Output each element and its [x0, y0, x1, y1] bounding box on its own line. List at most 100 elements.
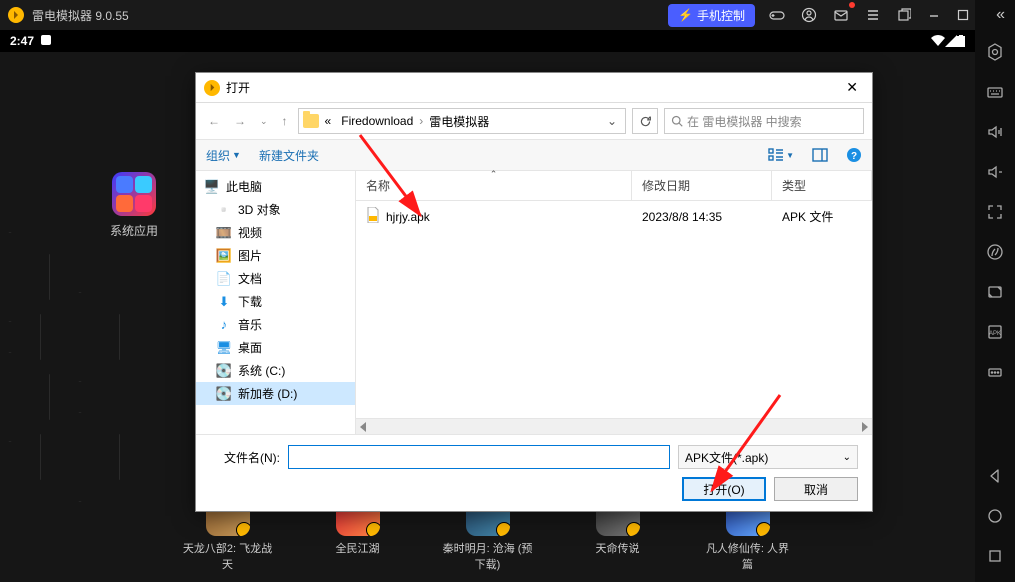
nav-forward-icon[interactable]: →: [230, 110, 250, 132]
phone-control-label: 手机控制: [697, 7, 745, 24]
breadcrumb-root-icon[interactable]: «: [321, 112, 336, 130]
file-type-filter[interactable]: APK文件(*.apk) ⌄: [678, 445, 858, 469]
sidebar-volume-down-icon[interactable]: [983, 160, 1007, 184]
mail-icon[interactable]: [825, 0, 857, 30]
cancel-button[interactable]: 取消: [774, 477, 858, 501]
search-input[interactable]: 在 雷电模拟器 中搜索: [664, 108, 864, 134]
tree-item-desktop[interactable]: 🖥桌面: [196, 336, 355, 359]
horizontal-scrollbar[interactable]: [356, 418, 872, 434]
chevron-right-icon: ›: [419, 114, 423, 128]
status-time: 2:47: [10, 34, 34, 48]
emulator-titlebar: 雷电模拟器 9.0.55 ⚡ 手机控制: [0, 0, 1015, 30]
wifi-icon: [931, 35, 945, 47]
folder-tree[interactable]: 🖥️此电脑 ▫️3D 对象 🎞️视频 🖼️图片 📄文档 ⬇下载 ♪音乐 🖥桌面 …: [196, 171, 356, 434]
menu-icon[interactable]: [857, 0, 889, 30]
tree-item-downloads[interactable]: ⬇下载: [196, 290, 355, 313]
breadcrumb-segment[interactable]: 雷电模拟器: [425, 111, 493, 132]
dialog-close-button[interactable]: ✕: [840, 79, 864, 96]
emulator-sidebar: « APK: [975, 0, 1015, 582]
file-row[interactable]: hjrjy.apk 2023/8/8 14:35 APK 文件: [356, 201, 872, 232]
dialog-title: 打开: [226, 79, 250, 96]
column-type[interactable]: 类型: [772, 171, 872, 200]
sidebar-screenshot-icon[interactable]: [983, 280, 1007, 304]
dialog-logo-icon: [204, 80, 220, 96]
preview-pane-button[interactable]: [812, 148, 828, 162]
signal-icon: [945, 35, 957, 47]
refresh-button[interactable]: [632, 108, 658, 134]
column-date[interactable]: 修改日期: [632, 171, 772, 200]
sidebar-volume-up-icon[interactable]: [983, 120, 1007, 144]
view-mode-button[interactable]: ▼: [768, 148, 794, 162]
tree-item-documents[interactable]: 📄文档: [196, 267, 355, 290]
android-back-icon[interactable]: [983, 464, 1007, 488]
minimize-button[interactable]: [919, 0, 949, 30]
sidebar-more-icon[interactable]: [983, 360, 1007, 384]
file-type: APK 文件: [772, 205, 872, 228]
user-icon[interactable]: [793, 0, 825, 30]
tree-item-videos[interactable]: 🎞️视频: [196, 221, 355, 244]
sidebar-keyboard-icon[interactable]: [983, 80, 1007, 104]
system-apps-icon[interactable]: 系统应用: [110, 172, 158, 239]
android-status-bar: 2:47: [0, 30, 975, 52]
svg-text:?: ?: [851, 151, 857, 162]
tree-item-drive-c[interactable]: 💽系统 (C:): [196, 359, 355, 382]
notification-dot-icon: [849, 2, 855, 8]
tree-item-pictures[interactable]: 🖼️图片: [196, 244, 355, 267]
nav-back-icon[interactable]: ←: [204, 110, 224, 132]
nav-recent-dropdown-icon[interactable]: ⌄: [256, 112, 272, 131]
chevron-down-icon: ▼: [786, 151, 794, 160]
phone-control-button[interactable]: ⚡ 手机控制: [668, 4, 755, 27]
download-icon: ⬇: [216, 294, 232, 310]
organize-button[interactable]: 组织 ▼: [206, 147, 241, 164]
mute-icon: [40, 34, 52, 49]
document-icon: 📄: [216, 271, 232, 287]
android-home-icon[interactable]: [983, 504, 1007, 528]
dock-badge-icon: [236, 522, 250, 536]
file-name-input[interactable]: [288, 445, 670, 469]
android-recents-icon[interactable]: [983, 544, 1007, 568]
tree-item-drive-d[interactable]: 💽新加卷 (D:): [196, 382, 355, 405]
file-list-body[interactable]: hjrjy.apk 2023/8/8 14:35 APK 文件: [356, 201, 872, 418]
breadcrumb-segment[interactable]: Firedownload: [337, 112, 417, 130]
dock-badge-icon: [496, 522, 510, 536]
breadcrumb-dropdown-icon[interactable]: ⌄: [603, 114, 621, 128]
help-button[interactable]: ?: [846, 147, 862, 163]
search-placeholder: 在 雷电模拟器 中搜索: [687, 113, 802, 130]
pc-icon: 🖥️: [204, 179, 220, 195]
dock-item-label: 天命传说: [573, 540, 663, 556]
bolt-icon: ⚡: [678, 8, 693, 22]
cube-icon: ▫️: [216, 202, 232, 218]
sidebar-settings-icon[interactable]: [983, 40, 1007, 64]
chevron-down-icon: ▼: [232, 150, 241, 160]
svg-text:APK: APK: [989, 331, 1001, 337]
tree-item-3d-objects[interactable]: ▫️3D 对象: [196, 198, 355, 221]
dock-item-label: 全民江湖: [313, 540, 403, 556]
breadcrumb[interactable]: « Firedownload › 雷电模拟器 ⌄: [298, 108, 626, 134]
new-folder-button[interactable]: 新建文件夹: [259, 147, 319, 164]
dock-badge-icon: [756, 522, 770, 536]
chevron-down-icon: ⌄: [843, 452, 851, 463]
desktop-icon: 🖥: [216, 340, 232, 356]
tree-item-music[interactable]: ♪音乐: [196, 313, 355, 336]
nav-up-icon[interactable]: ↑: [278, 110, 292, 132]
dock-badge-icon: [626, 522, 640, 536]
file-name: hjrjy.apk: [386, 210, 430, 224]
dock-item-label: 凡人修仙传: 人界篇: [703, 540, 793, 572]
popout-icon[interactable]: [889, 0, 919, 30]
column-name[interactable]: 名称: [356, 171, 632, 200]
drive-icon: 💽: [216, 386, 232, 402]
dock-badge-icon: [366, 522, 380, 536]
tree-item-this-pc[interactable]: 🖥️此电脑: [196, 175, 355, 198]
maximize-button[interactable]: [949, 0, 977, 30]
gamepad-icon[interactable]: [761, 0, 793, 30]
collapse-sidebar-icon[interactable]: «: [996, 6, 1005, 24]
sidebar-locale-icon[interactable]: [983, 240, 1007, 264]
file-list-header: 名称 修改日期 类型: [356, 171, 872, 201]
video-icon: 🎞️: [216, 225, 232, 241]
file-date: 2023/8/8 14:35: [632, 205, 772, 228]
sidebar-fullscreen-icon[interactable]: [983, 200, 1007, 224]
app-logo-icon: [8, 7, 24, 23]
file-name-label: 文件名(N):: [210, 449, 280, 466]
sidebar-install-apk-icon[interactable]: APK: [983, 320, 1007, 344]
open-button[interactable]: 打开(O): [682, 477, 766, 501]
